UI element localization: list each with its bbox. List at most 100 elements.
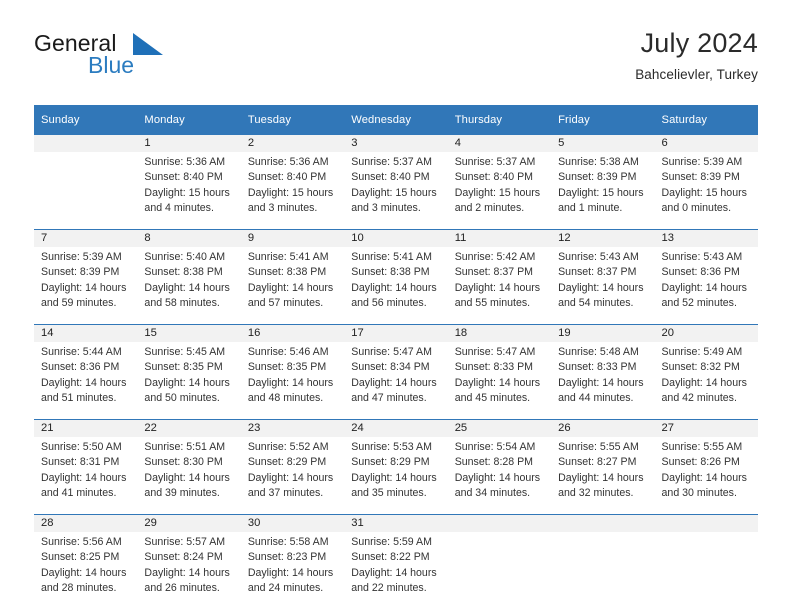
day-detail-daylight2: and 42 minutes. xyxy=(661,392,737,405)
calendar-day-cell[interactable]: 29 Sunrise: 5:57 AM Sunset: 8:24 PM Dayligh… xyxy=(137,514,241,609)
day-cell-inner: 22 Sunrise: 5:51 AM Sunset: 8:30 PM Dayligh… xyxy=(137,420,241,514)
calendar-day-cell[interactable]: 8 Sunrise: 5:40 AM Sunset: 8:38 PM Daylight… xyxy=(137,229,241,325)
day-detail-sunrise: Sunrise: 5:37 AM xyxy=(351,156,432,168)
day-cell-inner xyxy=(34,135,138,229)
calendar-day-cell[interactable]: 18 Sunrise: 5:47 AM Sunset: 8:33 PM Dayligh… xyxy=(447,324,552,420)
day-details: Sunrise: 5:44 AM Sunset: 8:36 PM Daylight:… xyxy=(34,342,137,419)
day-cell-inner: 27 Sunrise: 5:55 AM Sunset: 8:26 PM Dayligh… xyxy=(654,420,758,514)
day-detail-daylight1: Daylight: 15 hours xyxy=(661,186,747,199)
day-number: 11 xyxy=(447,230,552,247)
day-details: Sunrise: 5:45 AM Sunset: 8:35 PM Daylight:… xyxy=(137,342,240,419)
day-cell-inner: 5 Sunrise: 5:38 AM Sunset: 8:39 PM Daylight… xyxy=(551,135,655,229)
day-detail-sunset: Sunset: 8:39 PM xyxy=(661,171,740,184)
day-detail-sunset: Sunset: 8:35 PM xyxy=(144,361,223,374)
day-details xyxy=(34,152,137,229)
day-number: 20 xyxy=(654,325,758,342)
calendar-day-cell[interactable]: 31 Sunrise: 5:59 AM Sunset: 8:22 PM Dayligh… xyxy=(344,514,448,609)
day-detail-sunrise: Sunrise: 5:56 AM xyxy=(41,536,122,548)
page-title: July 2024 xyxy=(640,28,758,58)
calendar-day-cell[interactable]: 9 Sunrise: 5:41 AM Sunset: 8:38 PM Daylight… xyxy=(240,229,345,325)
day-detail-daylight1: Daylight: 15 hours xyxy=(558,186,644,199)
day-cell-inner: 7 Sunrise: 5:39 AM Sunset: 8:39 PM Daylight… xyxy=(34,230,138,324)
calendar-day-cell[interactable]: 15 Sunrise: 5:45 AM Sunset: 8:35 PM Dayligh… xyxy=(137,324,241,420)
calendar-day-cell[interactable]: 17 Sunrise: 5:47 AM Sunset: 8:34 PM Dayligh… xyxy=(344,324,448,420)
day-detail-sunrise: Sunrise: 5:57 AM xyxy=(144,536,226,548)
day-details: Sunrise: 5:55 AM Sunset: 8:26 PM Daylight:… xyxy=(655,437,758,514)
day-detail-sunrise: Sunrise: 5:58 AM xyxy=(247,536,329,548)
day-number: 24 xyxy=(344,420,448,437)
calendar-day-cell[interactable] xyxy=(551,514,655,609)
day-detail-daylight1: Daylight: 14 hours xyxy=(144,376,230,389)
calendar-day-cell[interactable]: 16 Sunrise: 5:46 AM Sunset: 8:35 PM Dayligh… xyxy=(240,324,345,420)
brand-logo[interactable]: General Blue xyxy=(34,32,234,90)
day-detail-sunset: Sunset: 8:40 PM xyxy=(144,171,223,184)
weekday-header-wednesday: Wednesday xyxy=(344,105,448,135)
calendar-day-cell[interactable]: 23 Sunrise: 5:52 AM Sunset: 8:29 PM Dayligh… xyxy=(240,419,345,515)
day-cell-inner: 24 Sunrise: 5:53 AM Sunset: 8:29 PM Dayligh… xyxy=(344,420,448,514)
day-detail-sunrise: Sunrise: 5:41 AM xyxy=(247,251,329,263)
day-detail-daylight1: Daylight: 14 hours xyxy=(661,471,747,484)
day-detail-daylight2: and 22 minutes. xyxy=(351,582,427,595)
day-cell-inner: 4 Sunrise: 5:37 AM Sunset: 8:40 PM Daylight… xyxy=(447,135,552,229)
day-cell-inner: 18 Sunrise: 5:47 AM Sunset: 8:33 PM Dayligh… xyxy=(447,325,552,419)
day-number xyxy=(551,515,655,532)
calendar-day-cell[interactable]: 7 Sunrise: 5:39 AM Sunset: 8:39 PM Daylight… xyxy=(34,229,138,325)
calendar-day-cell[interactable]: 24 Sunrise: 5:53 AM Sunset: 8:29 PM Dayligh… xyxy=(344,419,448,515)
day-detail-sunset: Sunset: 8:33 PM xyxy=(558,361,637,374)
day-details: Sunrise: 5:41 AM Sunset: 8:38 PM Daylight:… xyxy=(241,247,344,324)
day-cell-inner: 8 Sunrise: 5:40 AM Sunset: 8:38 PM Daylight… xyxy=(137,230,241,324)
day-details: Sunrise: 5:39 AM Sunset: 8:39 PM Daylight:… xyxy=(655,152,758,229)
calendar-day-cell[interactable]: 13 Sunrise: 5:43 AM Sunset: 8:36 PM Dayligh… xyxy=(654,229,758,325)
day-detail-daylight1: Daylight: 14 hours xyxy=(144,471,230,484)
day-detail-daylight2: and 26 minutes. xyxy=(144,582,220,595)
day-detail-daylight1: Daylight: 14 hours xyxy=(41,566,127,579)
day-details: Sunrise: 5:46 AM Sunset: 8:35 PM Daylight:… xyxy=(241,342,344,419)
day-detail-sunset: Sunset: 8:40 PM xyxy=(351,171,430,184)
day-number: 14 xyxy=(34,325,138,342)
calendar-day-cell[interactable]: 27 Sunrise: 5:55 AM Sunset: 8:26 PM Dayligh… xyxy=(654,419,758,515)
day-detail-sunset: Sunset: 8:22 PM xyxy=(351,551,430,564)
calendar-day-cell[interactable]: 2 Sunrise: 5:36 AM Sunset: 8:40 PM Daylight… xyxy=(240,135,345,230)
day-number: 17 xyxy=(344,325,448,342)
day-detail-daylight1: Daylight: 14 hours xyxy=(247,376,334,389)
calendar-day-cell[interactable]: 11 Sunrise: 5:42 AM Sunset: 8:37 PM Dayligh… xyxy=(447,229,552,325)
calendar-day-cell[interactable]: 10 Sunrise: 5:41 AM Sunset: 8:38 PM Dayligh… xyxy=(344,229,448,325)
calendar-day-cell[interactable]: 19 Sunrise: 5:48 AM Sunset: 8:33 PM Dayligh… xyxy=(551,324,655,420)
day-detail-sunset: Sunset: 8:38 PM xyxy=(351,266,430,279)
weekday-header-thursday: Thursday xyxy=(447,105,552,135)
calendar-day-cell[interactable]: 26 Sunrise: 5:55 AM Sunset: 8:27 PM Dayligh… xyxy=(551,419,655,515)
calendar-day-cell[interactable]: 14 Sunrise: 5:44 AM Sunset: 8:36 PM Dayligh… xyxy=(34,324,138,420)
calendar-day-cell[interactable]: 25 Sunrise: 5:54 AM Sunset: 8:28 PM Dayligh… xyxy=(447,419,552,515)
calendar-day-cell[interactable]: 30 Sunrise: 5:58 AM Sunset: 8:23 PM Dayligh… xyxy=(240,514,345,609)
calendar-day-cell[interactable]: 21 Sunrise: 5:50 AM Sunset: 8:31 PM Dayligh… xyxy=(34,419,138,515)
day-number: 26 xyxy=(551,420,655,437)
day-detail-daylight2: and 45 minutes. xyxy=(454,392,531,405)
day-cell-inner: 16 Sunrise: 5:46 AM Sunset: 8:35 PM Dayligh… xyxy=(240,325,345,419)
calendar-day-cell[interactable]: 28 Sunrise: 5:56 AM Sunset: 8:25 PM Dayligh… xyxy=(34,514,138,609)
day-detail-daylight1: Daylight: 14 hours xyxy=(454,376,541,389)
day-number: 18 xyxy=(447,325,552,342)
calendar-day-cell[interactable]: 5 Sunrise: 5:38 AM Sunset: 8:39 PM Daylight… xyxy=(551,135,655,230)
day-detail-daylight1: Daylight: 15 hours xyxy=(247,186,334,199)
day-number: 25 xyxy=(447,420,552,437)
day-number: 23 xyxy=(240,420,345,437)
calendar-day-cell[interactable]: 20 Sunrise: 5:49 AM Sunset: 8:32 PM Dayligh… xyxy=(654,324,758,420)
calendar-day-cell[interactable]: 22 Sunrise: 5:51 AM Sunset: 8:30 PM Dayligh… xyxy=(137,419,241,515)
calendar-day-cell[interactable] xyxy=(34,135,138,230)
day-detail-daylight1: Daylight: 15 hours xyxy=(454,186,541,199)
day-detail-daylight2: and 32 minutes. xyxy=(558,487,634,500)
day-detail-sunset: Sunset: 8:27 PM xyxy=(558,456,637,469)
day-number: 6 xyxy=(654,135,758,152)
calendar-day-cell[interactable]: 4 Sunrise: 5:37 AM Sunset: 8:40 PM Daylight… xyxy=(447,135,552,230)
day-detail-sunset: Sunset: 8:36 PM xyxy=(41,361,120,374)
calendar-day-cell[interactable] xyxy=(654,514,758,609)
calendar-day-cell[interactable] xyxy=(447,514,552,609)
day-details: Sunrise: 5:43 AM Sunset: 8:36 PM Daylight:… xyxy=(655,247,758,324)
calendar-day-cell[interactable]: 12 Sunrise: 5:43 AM Sunset: 8:37 PM Dayligh… xyxy=(551,229,655,325)
calendar-day-cell[interactable]: 3 Sunrise: 5:37 AM Sunset: 8:40 PM Daylight… xyxy=(344,135,448,230)
day-cell-inner: 14 Sunrise: 5:44 AM Sunset: 8:36 PM Dayligh… xyxy=(34,325,138,419)
day-detail-sunrise: Sunrise: 5:53 AM xyxy=(351,441,432,453)
calendar-day-cell[interactable]: 1 Sunrise: 5:36 AM Sunset: 8:40 PM Daylight… xyxy=(137,135,241,230)
calendar-day-cell[interactable]: 6 Sunrise: 5:39 AM Sunset: 8:39 PM Daylight… xyxy=(654,135,758,230)
day-number: 28 xyxy=(34,515,138,532)
